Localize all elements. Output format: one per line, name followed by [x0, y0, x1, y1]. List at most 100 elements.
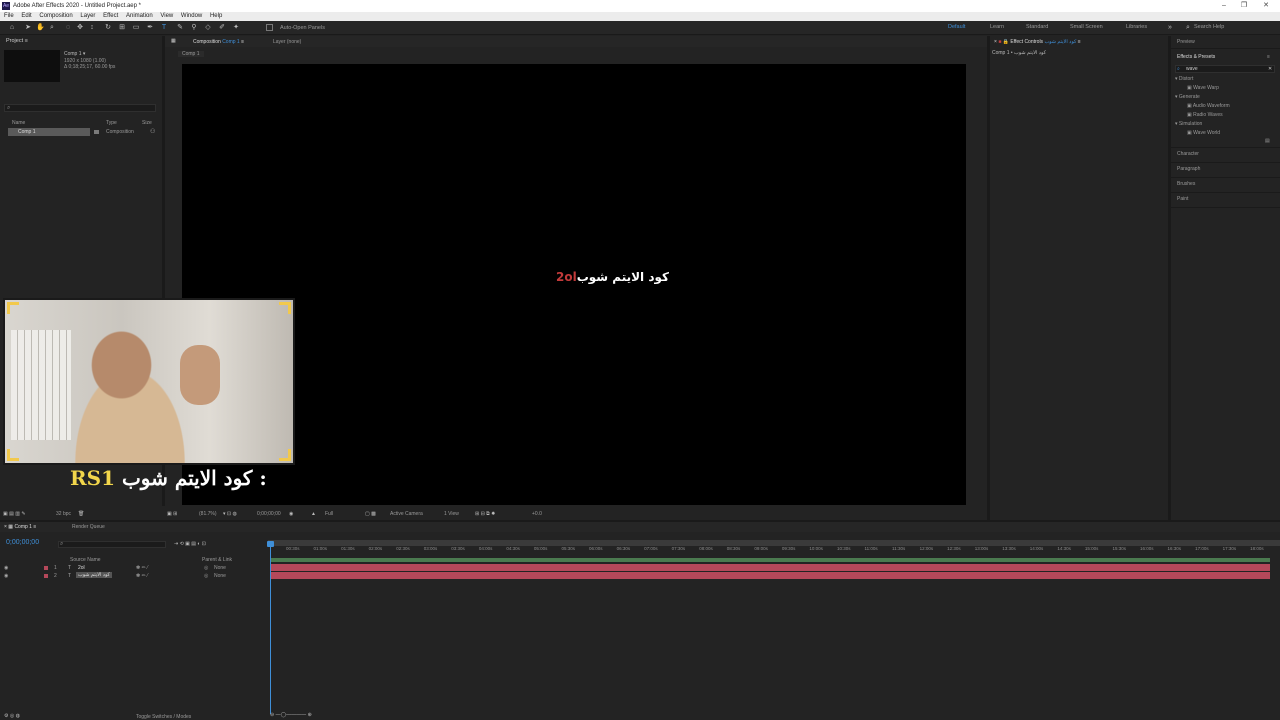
comp-subtab[interactable]: Comp 1 — [178, 51, 204, 57]
maximize-button[interactable]: ❐ — [1234, 0, 1254, 12]
auto-open-panels-checkbox[interactable] — [266, 24, 273, 31]
viewer-options-icon[interactable]: ⊞ ⊟ ⧉ ✹ — [475, 511, 495, 517]
magnification-dropdown[interactable]: (81.7%) — [199, 511, 217, 517]
source-name-column[interactable]: Source Name — [70, 557, 101, 563]
composition-viewer[interactable]: 2olكود الايتم شوب — [182, 64, 966, 505]
clear-search-icon[interactable]: ✕ — [1268, 66, 1272, 72]
tree-category-simulation[interactable]: ▾ Simulation — [1175, 121, 1202, 127]
type-tool-icon[interactable]: T — [160, 24, 168, 32]
layer-tab[interactable]: Layer (none) — [273, 39, 301, 45]
time-ruler[interactable]: 00:30s 01:00s 01:30s 02:00s 02:30s 03:00s 03:3… — [268, 540, 1280, 554]
toggle-switches-modes[interactable]: Toggle Switches / Modes — [136, 714, 191, 720]
zoom-slider[interactable]: ⊖ —◯———— ⊕ — [270, 712, 312, 718]
parent-link-column[interactable]: Parent & Link — [202, 557, 232, 563]
current-time-indicator[interactable] — [270, 542, 271, 714]
color-channel-icon[interactable]: ▲ — [311, 511, 316, 517]
brushes-panel-header[interactable]: Brushes — [1177, 181, 1195, 187]
menu-animation[interactable]: Animation — [126, 13, 153, 19]
menu-file[interactable]: File — [4, 13, 14, 19]
composition-tab[interactable]: Composition Comp 1 ≡ — [193, 39, 244, 45]
tree-item-wave-world[interactable]: ▣ Wave World — [1187, 130, 1220, 136]
minimize-button[interactable]: – — [1214, 0, 1234, 12]
workspace-libraries[interactable]: Libraries — [1126, 24, 1147, 30]
workspace-default[interactable]: Default — [948, 24, 965, 30]
workspace-standard[interactable]: Standard — [1026, 24, 1048, 30]
layer-bar[interactable] — [270, 572, 1270, 579]
dolly-camera-icon[interactable]: ↕ — [88, 24, 96, 32]
panel-menu-icon[interactable]: ≡ — [1267, 54, 1270, 60]
flowchart-icon[interactable]: ⚇ — [150, 128, 155, 135]
search-icon[interactable]: ⌕ — [1184, 24, 1192, 32]
menu-composition[interactable]: Composition — [39, 13, 72, 19]
label-color[interactable] — [44, 574, 48, 578]
bit-depth[interactable]: 32 bpc — [56, 511, 71, 517]
eraser-tool-icon[interactable]: ◇ — [204, 24, 212, 32]
parent-dropdown[interactable]: None — [214, 573, 226, 579]
workspace-learn[interactable]: Learn — [990, 24, 1004, 30]
label-color[interactable] — [44, 566, 48, 570]
trash-icon[interactable]: 🗑 — [78, 511, 84, 517]
camera-dropdown[interactable]: Active Camera — [390, 511, 423, 517]
project-tab[interactable]: Project ≡ — [0, 36, 162, 46]
resolution-dropdown[interactable]: Full — [325, 511, 333, 517]
zoom-tool-icon[interactable]: ⌕ — [48, 24, 56, 32]
layer-bar[interactable] — [270, 564, 1270, 571]
more-workspaces-icon[interactable]: » — [1166, 24, 1174, 32]
render-queue-tab[interactable]: Render Queue — [72, 524, 105, 530]
character-panel-header[interactable]: Character — [1177, 151, 1199, 157]
comp-name[interactable]: Comp 1 ▾ — [64, 51, 85, 57]
tree-category-distort[interactable]: ▾ Distort — [1175, 76, 1193, 82]
close-button[interactable]: ✕ — [1256, 0, 1276, 12]
overlay-text[interactable]: 2olكود الايتم شوب — [556, 270, 669, 284]
layer-switches[interactable]: ✽ ✏ ⁄ — [136, 565, 148, 571]
roto-brush-tool-icon[interactable]: ✐ — [218, 24, 226, 32]
effects-search-field[interactable]: ⌕ wave ✕ — [1175, 65, 1275, 73]
new-preset-icon[interactable]: ▤ — [1265, 138, 1270, 144]
pan-camera-icon[interactable]: ✥ — [76, 24, 84, 32]
layer-switches[interactable]: ✽ ✏ ⁄ — [136, 573, 148, 579]
layer-name[interactable]: كود الايتم شوب — [76, 572, 112, 578]
comp-duration-bar[interactable] — [270, 558, 1270, 562]
orbit-camera-icon[interactable]: ◌ — [64, 24, 72, 32]
column-name[interactable]: Name — [12, 120, 25, 126]
tree-item-radio-waves[interactable]: ▣ Radio Waves — [1187, 112, 1223, 118]
composition-lock-icon[interactable]: ▦ — [171, 38, 176, 44]
always-preview-icon[interactable]: ▣ ⊞ — [167, 511, 177, 517]
clone-stamp-tool-icon[interactable]: ⚲ — [190, 24, 198, 32]
column-type[interactable]: Type — [106, 120, 117, 126]
playhead-handle[interactable] — [267, 541, 274, 547]
search-help-input[interactable]: Search Help — [1194, 24, 1224, 30]
preview-panel-header[interactable]: Preview — [1177, 39, 1195, 45]
layer-row[interactable]: ◉ 1 T 2ol ✽ ✏ ⁄ ◎ None — [0, 564, 268, 572]
workspace-small-screen[interactable]: Small Screen — [1070, 24, 1103, 30]
hand-tool-icon[interactable]: ✋ — [36, 24, 45, 32]
project-search-input[interactable]: ⌕ — [4, 104, 156, 112]
menu-view[interactable]: View — [160, 13, 173, 19]
timeline-current-time[interactable]: 0;00;00;00 — [6, 539, 39, 546]
tree-item-wave-warp[interactable]: ▣ Wave Warp — [1187, 85, 1219, 91]
pickwhip-icon[interactable]: ◎ — [204, 573, 208, 579]
pickwhip-icon[interactable]: ◎ — [204, 565, 208, 571]
rectangle-tool-icon[interactable]: ▭ — [132, 24, 140, 32]
project-footer-icons[interactable]: ▣ ▤ ▥ ✎ — [3, 511, 26, 517]
menu-layer[interactable]: Layer — [80, 13, 95, 19]
tree-item-audio-waveform[interactable]: ▣ Audio Waveform — [1187, 103, 1230, 109]
paint-panel-header[interactable]: Paint — [1177, 196, 1188, 202]
column-size[interactable]: Size — [142, 120, 152, 126]
choose-grid-icon[interactable]: ▾ ⊡ ◍ — [223, 511, 237, 517]
selection-tool-icon[interactable]: ➤ — [24, 24, 32, 32]
visibility-eye-icon[interactable]: ◉ — [4, 565, 8, 571]
menu-effect[interactable]: Effect — [103, 13, 118, 19]
effects-presets-header[interactable]: Effects & Presets — [1177, 54, 1215, 60]
timeline-search-input[interactable]: ⌕ — [58, 541, 166, 548]
layer-name[interactable]: 2ol — [78, 565, 85, 571]
tree-category-generate[interactable]: ▾ Generate — [1175, 94, 1200, 100]
timeline-footer-icons[interactable]: ⚙ ◎ ◍ — [4, 713, 20, 719]
timeline-switches-icons[interactable]: ⇥ ⟲ ▣ ▤ ◐ ⊡ — [174, 541, 206, 547]
brush-tool-icon[interactable]: ✎ — [176, 24, 184, 32]
layer-row[interactable]: ◉ 2 T كود الايتم شوب ✽ ✏ ⁄ ◎ None — [0, 572, 268, 580]
menu-window[interactable]: Window — [181, 13, 202, 19]
pen-tool-icon[interactable]: ✒ — [146, 24, 154, 32]
region-of-interest-icon[interactable]: ▢ ▩ — [365, 511, 376, 517]
rotation-tool-icon[interactable]: ↻ — [104, 24, 112, 32]
